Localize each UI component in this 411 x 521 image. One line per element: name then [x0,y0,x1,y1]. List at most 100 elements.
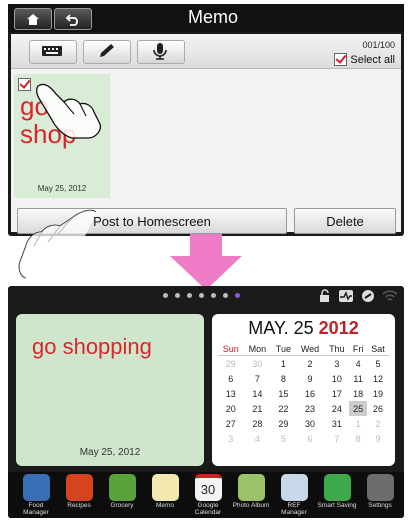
page-indicator [163,293,240,298]
calendar-day[interactable]: 10 [324,371,349,386]
select-all-checkbox[interactable] [334,53,348,66]
calendar-day[interactable]: 8 [349,431,367,446]
calendar-day[interactable]: 9 [296,371,325,386]
dock-app[interactable]: Smart Saving [317,474,357,509]
calendar-day[interactable]: 18 [349,386,367,401]
calendar-day[interactable]: 7 [244,371,272,386]
app-label: Grocery [110,502,134,509]
app-label: Smart Saving [317,502,357,509]
memo-widget[interactable]: go shopping May 25, 2012 [16,314,204,466]
select-all-label: Select all [350,53,395,66]
dock-app[interactable]: Settings [360,474,400,509]
calendar-day[interactable]: 8 [271,371,295,386]
dock-app[interactable]: Recipes [59,474,99,509]
page-dot[interactable] [163,293,168,298]
calendar-day[interactable]: 6 [218,371,244,386]
app-label: Recipes [67,502,91,509]
back-icon [65,13,78,26]
calendar-day[interactable]: 6 [296,431,325,446]
page-dot[interactable] [211,293,216,298]
page-dot[interactable] [199,293,204,298]
weekday-header: Fri [349,342,367,356]
app-label: REF Manager [281,502,307,516]
app-icon [237,474,265,501]
calendar-day[interactable]: 5 [367,356,389,372]
calendar-year: 2012 [318,318,359,338]
calendar-day[interactable]: 16 [296,386,325,401]
calendar-day[interactable]: 2 [367,416,389,431]
calendar-day[interactable]: 13 [218,386,244,401]
weekday-header: Tue [271,342,296,356]
calendar-day[interactable]: 17 [324,386,349,401]
calendar-day[interactable]: 15 [271,386,295,401]
calendar-day[interactable]: 4 [244,431,272,446]
dock-app[interactable]: Photo Album [231,474,271,509]
page-dot[interactable] [175,293,180,298]
pen-button[interactable] [83,40,131,64]
page-dot[interactable] [187,293,192,298]
back-button[interactable] [54,8,92,30]
app-icon [22,474,50,501]
calendar-day[interactable]: 25 [349,401,367,416]
dock-app[interactable]: Memo [145,474,185,509]
calendar-week-row: 13 14 15 16 17 18 19 [218,386,389,401]
status-bar [317,289,398,303]
calendar-day[interactable]: 30 [244,356,272,372]
calendar-day[interactable]: 2 [296,356,325,372]
calendar-day[interactable]: 4 [349,356,367,372]
page-dot-active[interactable] [235,293,240,298]
app-label: Google Calendar [194,502,222,516]
calendar-day[interactable]: 26 [367,401,389,416]
weekday-header: Sun [218,342,244,356]
dock-app[interactable]: Food Manager [16,474,56,516]
calendar-day[interactable]: 7 [324,431,349,446]
memo-checkbox[interactable] [18,78,31,91]
arrow-down-icon [170,234,242,290]
select-all-toggle[interactable]: Select all [334,53,395,66]
app-label: Settings [368,502,392,509]
calendar-day[interactable]: 1 [271,356,295,372]
calendar-day[interactable]: 9 [367,431,389,446]
weekday-header: Thu [324,342,350,356]
calendar-day[interactable]: 20 [218,401,244,416]
calendar-day[interactable]: 23 [296,401,325,416]
calendar-day[interactable]: 11 [349,371,367,386]
calendar-day[interactable]: 28 [244,416,272,431]
calendar-day[interactable]: 21 [244,401,272,416]
calendar-header: MAY. 25 2012 [212,318,395,339]
calendar-app-icon: 30 [194,474,222,501]
activity-icon [339,290,353,302]
calendar-day[interactable]: 30 [296,416,325,431]
lock-icon [320,289,329,302]
calendar-day[interactable]: 29 [218,356,244,372]
app-icon [151,474,179,501]
calendar-day[interactable]: 3 [324,356,349,372]
calendar-day[interactable]: 1 [349,416,367,431]
keyboard-button[interactable] [29,40,77,64]
calendar-day[interactable]: 22 [271,401,295,416]
calendar-day[interactable]: 5 [271,431,295,446]
calendar-day[interactable]: 12 [367,371,389,386]
delete-button[interactable]: Delete [294,208,396,234]
dock-app[interactable]: 30 Google Calendar [188,474,228,516]
wifi-icon [382,290,398,301]
voice-button[interactable] [137,40,185,64]
page-dot[interactable] [223,293,228,298]
dock-app[interactable]: REF Manager [274,474,314,516]
calendar-day[interactable]: 19 [367,386,389,401]
calendar-day[interactable]: 29 [271,416,295,431]
calendar-day[interactable]: 3 [218,431,244,446]
calendar-day[interactable]: 24 [324,401,349,416]
app-label: Food Manager [23,502,49,516]
keyboard-icon [42,46,62,56]
calendar-day[interactable]: 14 [244,386,272,401]
memo-widget-date: May 25, 2012 [79,447,141,458]
calendar-week-row: 29 30 1 2 3 4 5 [218,356,389,372]
memo-widget-text: go shopping [32,334,152,359]
calendar-widget[interactable]: MAY. 25 2012 Sun Mon Tue Wed Thu Fri Sat 29 30 1… [212,314,395,466]
calendar-month-day: MAY. 25 [248,318,314,338]
home-button[interactable] [14,8,52,30]
calendar-day[interactable]: 27 [218,416,244,431]
dock-app[interactable]: Grocery [102,474,142,509]
calendar-day[interactable]: 31 [324,416,349,431]
